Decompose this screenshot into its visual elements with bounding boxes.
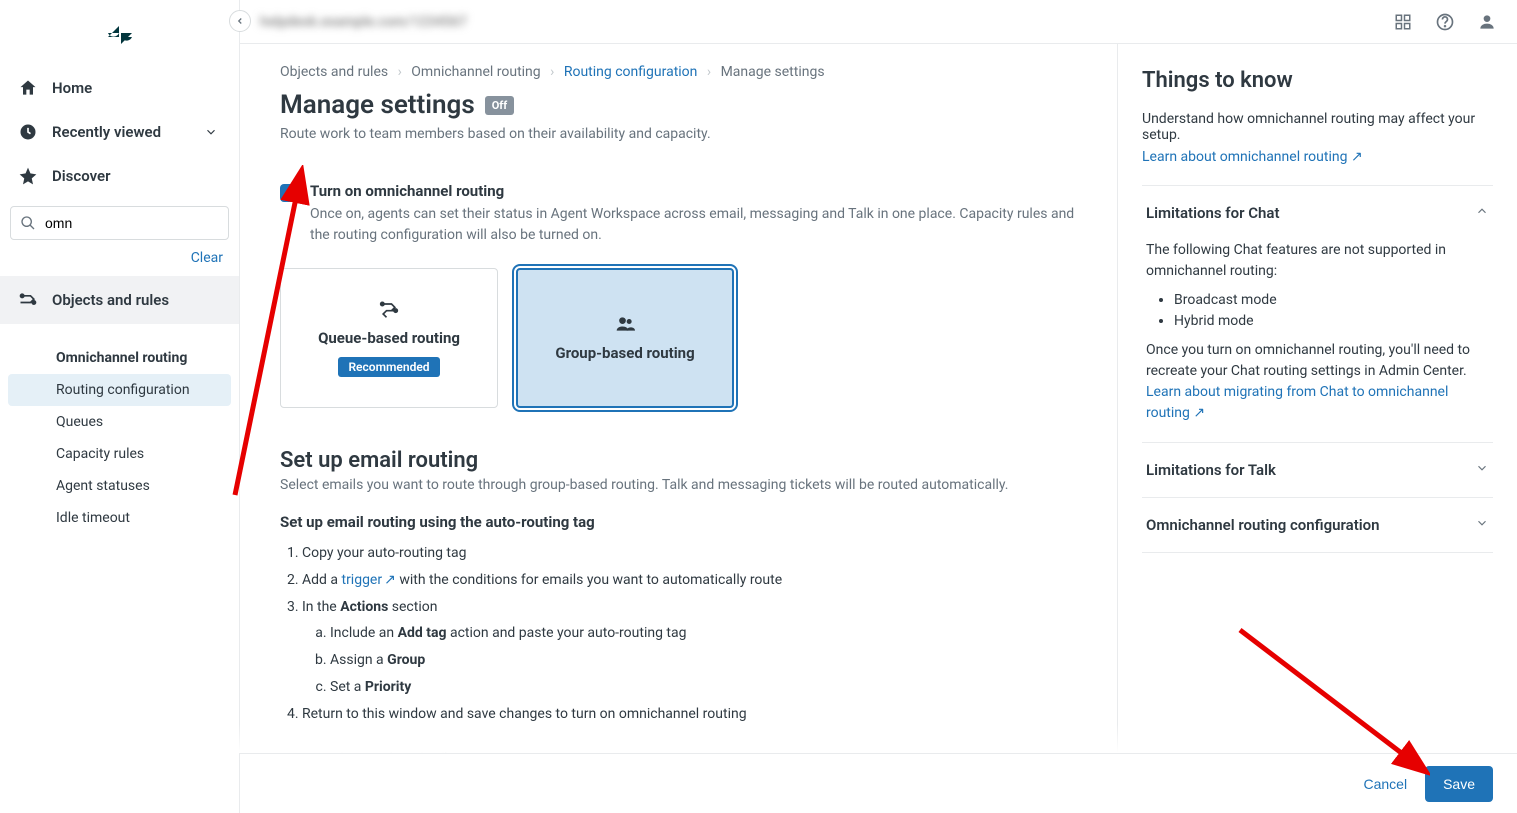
chevron-down-icon [1475,461,1489,479]
breadcrumb: Objects and rules › Omnichannel routing … [280,64,1087,80]
acc1-p2: Once you turn on omnichannel routing, yo… [1146,340,1489,382]
search-input[interactable] [10,206,229,240]
nav-recent[interactable]: Recently viewed [0,110,239,154]
side-panel: Things to know Understand how omnichanne… [1117,44,1517,813]
external-link-icon: ↗ [1193,405,1205,421]
home-icon [18,78,38,98]
profile-icon[interactable] [1477,12,1497,32]
sublink-queues[interactable]: Queues [0,406,239,438]
nav-home-label: Home [52,79,92,97]
sublink-capacity[interactable]: Capacity rules [0,438,239,470]
section-label: Objects and rules [52,291,169,309]
acc1-li1: Broadcast mode [1174,290,1489,311]
accordion-talk-header[interactable]: Limitations for Talk [1142,443,1493,497]
chevron-up-icon [1475,204,1489,222]
recommended-badge: Recommended [338,357,439,377]
acc1-p1: The following Chat features are not supp… [1146,240,1489,282]
sublink-routing-config[interactable]: Routing configuration [8,374,231,406]
nav-discover[interactable]: Discover [0,154,239,198]
crumb-4: Manage settings [721,64,825,80]
star-icon [18,166,38,186]
accordion-chat: Limitations for Chat The following Chat … [1142,186,1493,443]
nav-home[interactable]: Home [0,66,239,110]
external-link-icon: ↗ [1351,149,1363,165]
crumb-1[interactable]: Objects and rules [280,64,388,80]
side-link-learn[interactable]: Learn about omnichannel routing ↗ [1142,149,1363,165]
step-3a: Include an Add tag action and paste your… [330,621,1087,646]
side-title: Things to know [1142,68,1493,93]
clear-link[interactable]: Clear [191,250,223,266]
accordion-config: Omnichannel routing configuration [1142,498,1493,553]
page-title: Manage settings Off [280,90,1087,120]
group-icon [615,314,635,334]
card-group-title: Group-based routing [555,344,694,362]
external-link-icon: ↗ [384,568,396,593]
chevron-down-icon [1475,516,1489,534]
queue-icon [379,299,399,319]
acc1-li2: Hybrid mode [1174,311,1489,332]
logo [0,10,239,66]
search-box [10,206,229,240]
turn-on-label: Turn on omnichannel routing [310,182,1087,200]
fade-overlay [0,723,1517,753]
trigger-link[interactable]: trigger↗ [341,572,395,588]
turn-on-checkbox[interactable] [280,184,298,202]
step-2: Add a trigger↗ with the conditions for e… [302,568,1087,593]
page-subtitle: Route work to team members based on thei… [280,126,1087,142]
status-badge-off: Off [485,96,514,115]
accordion-config-header[interactable]: Omnichannel routing configuration [1142,498,1493,552]
step-1: Copy your auto-routing tag [302,541,1087,566]
topbar: helpdesk.example.com/1234567 [240,0,1517,44]
acc1-link[interactable]: Learn about migrating from Chat to omnic… [1146,384,1448,421]
accordion-talk: Limitations for Talk [1142,443,1493,498]
sublink-agent-statuses[interactable]: Agent statuses [0,470,239,502]
page-title-text: Manage settings [280,90,475,120]
email-routing-subtitle: Select emails you want to route through … [280,477,1087,493]
crumb-3[interactable]: Routing configuration [564,64,698,80]
steps-list: Copy your auto-routing tag Add a trigger… [280,541,1087,727]
step-3c: Set a Priority [330,675,1087,700]
chevron-down-icon [201,122,221,142]
step-3: In the Actions section Include an Add ta… [302,595,1087,700]
section-objects-rules[interactable]: Objects and rules [0,276,239,324]
card-queue-routing[interactable]: Queue-based routing Recommended [280,268,498,408]
accordion-chat-header[interactable]: Limitations for Chat [1142,186,1493,240]
topbar-breadcrumb-blurred: helpdesk.example.com/1234567 [260,14,467,30]
routing-icon [18,290,38,310]
step-3b: Assign a Group [330,648,1087,673]
nav-recent-label: Recently viewed [52,123,161,141]
sidebar: Home Recently viewed Discover Clear Obje… [0,0,240,813]
main-content: Objects and rules › Omnichannel routing … [240,44,1117,813]
side-desc: Understand how omnichannel routing may a… [1142,111,1493,143]
subnav-title: Omnichannel routing [0,342,239,374]
clock-icon [18,122,38,142]
help-icon[interactable] [1435,12,1455,32]
search-icon [18,213,38,233]
subnav: Omnichannel routing Routing configuratio… [0,324,239,534]
email-routing-heading: Set up email routing using the auto-rout… [280,513,1087,531]
cancel-button[interactable]: Cancel [1363,776,1407,792]
turn-on-desc: Once on, agents can set their status in … [310,204,1087,246]
nav-discover-label: Discover [52,167,110,185]
card-queue-title: Queue-based routing [318,329,460,347]
collapse-sidebar-handle[interactable] [229,10,251,32]
crumb-2[interactable]: Omnichannel routing [411,64,540,80]
email-routing-title: Set up email routing [280,448,1087,473]
sublink-idle-timeout[interactable]: Idle timeout [0,502,239,534]
card-group-routing[interactable]: Group-based routing [516,268,734,408]
apps-icon[interactable] [1393,12,1413,32]
footer: Cancel Save [240,753,1517,813]
save-button[interactable]: Save [1425,766,1493,802]
